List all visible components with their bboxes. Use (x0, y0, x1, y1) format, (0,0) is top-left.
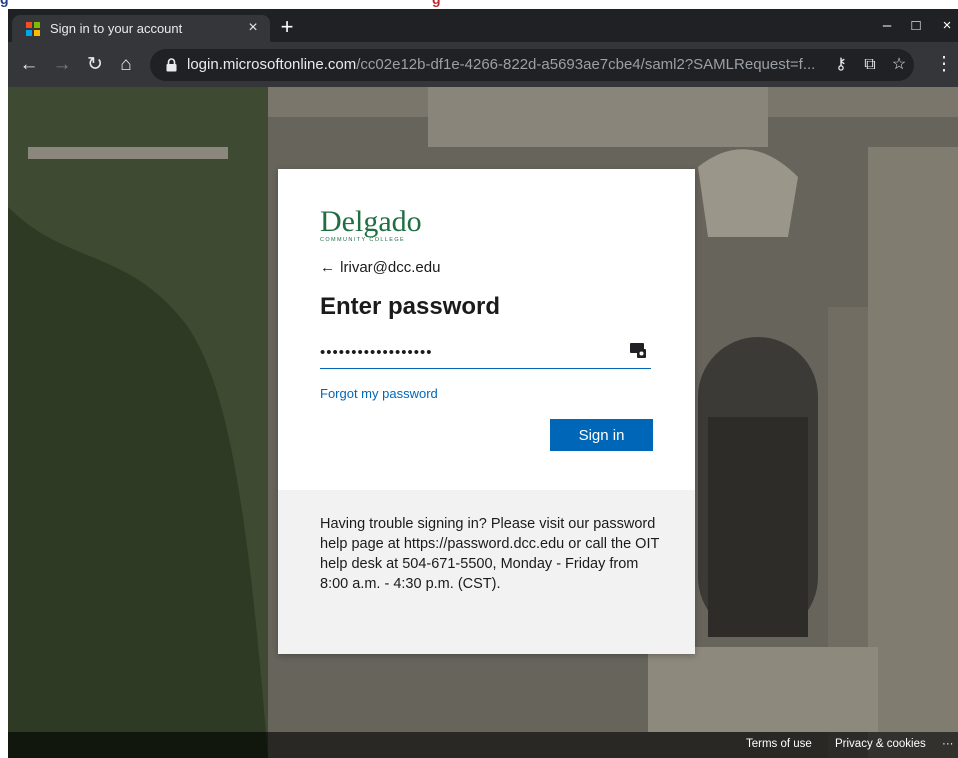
tab-close-icon[interactable]: × (243, 18, 263, 38)
browser-window: Sign in to your account × + – □ × ← → ↻ … (8, 9, 958, 758)
cropped-header-right-text: g (432, 0, 441, 7)
forgot-password-link[interactable]: Forgot my password (320, 386, 438, 401)
delgado-logo-subtext: COMMUNITY COLLEGE (320, 237, 405, 243)
terms-of-use-link[interactable]: Terms of use (746, 738, 812, 750)
tab-title: Sign in to your account (50, 21, 183, 36)
password-field[interactable] (320, 337, 651, 369)
browser-toolbar: ← → ↻ ⌂ login.microsoftonline.com/cc02e1… (8, 42, 958, 87)
key-icon[interactable]: ⚷ (830, 54, 852, 76)
forward-icon[interactable]: → (50, 53, 74, 77)
delgado-logo: Delgado COMMUNITY COLLEGE (320, 205, 422, 243)
back-arrow-icon: ← (320, 259, 335, 276)
delgado-logo-wordmark: Delgado (320, 205, 422, 238)
address-bar[interactable]: login.microsoftonline.com/cc02e12b-df1e-… (150, 49, 914, 81)
url-host: login.microsoftonline.com (187, 56, 357, 73)
maximize-icon[interactable]: □ (905, 15, 927, 37)
minimize-icon[interactable]: – (876, 15, 898, 37)
new-tab-icon[interactable]: + (276, 16, 298, 39)
url-text[interactable]: login.microsoftonline.com/cc02e12b-df1e-… (187, 56, 819, 73)
page-title: Enter password (320, 293, 501, 320)
cropped-header-strip: g g (0, 0, 958, 9)
tab-strip: Sign in to your account × + – □ × (8, 9, 958, 42)
page-viewport: Delgado COMMUNITY COLLEGE ← lrivar@dcc.e… (8, 87, 958, 758)
microsoft-logo-icon (26, 22, 40, 36)
cropped-header-left-text: g (0, 0, 9, 7)
home-icon[interactable]: ⌂ (114, 53, 138, 77)
signin-card: Delgado COMMUNITY COLLEGE ← lrivar@dcc.e… (278, 169, 695, 654)
menu-kebab-icon[interactable]: ⋮ (932, 53, 956, 77)
back-icon[interactable]: ← (17, 53, 41, 77)
tab-sign-in[interactable]: Sign in to your account × (12, 15, 270, 42)
sign-in-button[interactable]: Sign in (550, 419, 653, 451)
help-text: Having trouble signing in? Please visit … (320, 516, 660, 592)
reload-icon[interactable]: ↻ (83, 53, 107, 77)
account-back-row[interactable]: ← lrivar@dcc.edu (320, 259, 440, 276)
account-email: lrivar@dcc.edu (340, 259, 441, 276)
page-footer: Terms of use Privacy & cookies ··· (8, 732, 958, 758)
url-path: /cc02e12b-df1e-4266-822d-a5693ae7cbe4/sa… (356, 56, 816, 73)
lock-icon (166, 58, 177, 72)
open-in-window-icon[interactable]: ⧉ (859, 54, 881, 76)
help-box: Having trouble signing in? Please visit … (278, 490, 695, 654)
more-options-icon[interactable]: ··· (942, 738, 954, 750)
window-close-icon[interactable]: × (936, 15, 958, 37)
password-manager-icon[interactable] (629, 341, 647, 359)
privacy-cookies-link[interactable]: Privacy & cookies (835, 738, 926, 750)
signin-card-body: Delgado COMMUNITY COLLEGE ← lrivar@dcc.e… (278, 169, 695, 490)
star-icon[interactable]: ☆ (888, 54, 910, 76)
